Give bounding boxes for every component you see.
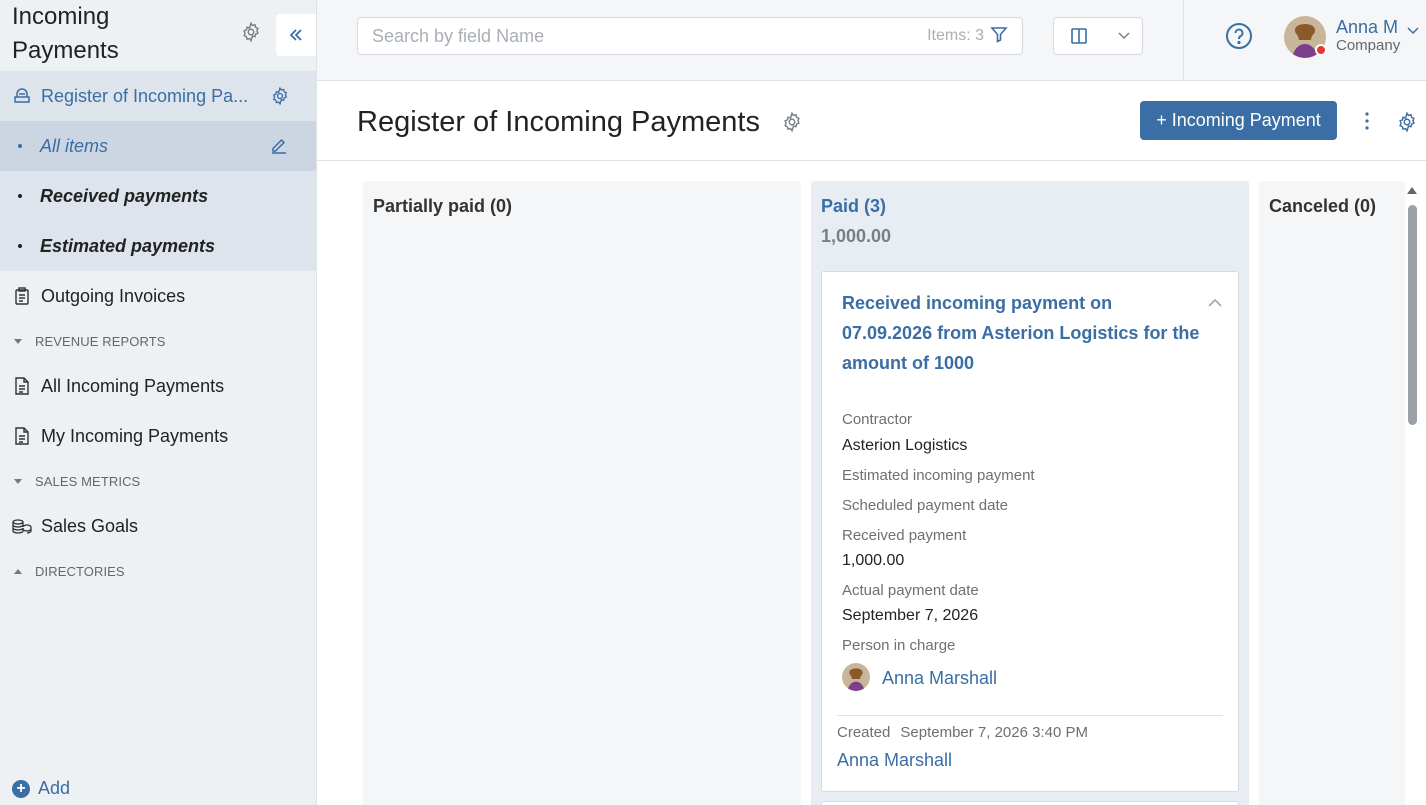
column-paid: Paid (3) 1,000.00 Received incoming paym… (811, 181, 1249, 805)
clipboard-icon (12, 286, 32, 306)
created-info: Created September 7, 2026 3:40 PM (837, 724, 1088, 741)
payment-card-next[interactable] (821, 801, 1239, 805)
scroll-up-arrow-icon[interactable] (1407, 187, 1417, 194)
sidebar-item-label: Received payments (40, 185, 209, 206)
sidebar-item-all-items[interactable]: All items (0, 121, 316, 171)
actual-date-label: Actual payment date (842, 582, 979, 599)
person-in-charge-link[interactable]: Anna Marshall (882, 668, 997, 689)
topbar: Items: 3 Anna M Company (317, 0, 1426, 81)
person-avatar[interactable] (842, 663, 870, 691)
sidebar-item-label: Sales Goals (41, 515, 139, 536)
payment-card[interactable]: Received incoming payment on 07.09.2026 … (821, 271, 1239, 792)
sidebar-item-outgoing-invoices[interactable]: Outgoing Invoices (0, 271, 316, 321)
bullet-icon (18, 144, 22, 148)
register-icon (12, 86, 32, 106)
register-settings-gear-icon[interactable] (270, 86, 290, 106)
sidebar-item-label: My Incoming Payments (41, 425, 229, 446)
app-title-line1: Incoming (12, 3, 110, 30)
page-header: Register of Incoming Payments + Incoming… (317, 81, 1426, 161)
sidebar-item-label: Register of Incoming Pa... (41, 85, 249, 106)
section-label: SALES METRICS (35, 473, 141, 489)
column-title: Canceled (0) (1269, 196, 1377, 216)
received-payment-label: Received payment (842, 527, 967, 544)
sidebar-item-received-payments[interactable]: Received payments (0, 171, 316, 221)
card-divider (837, 715, 1223, 716)
user-company: Company (1336, 37, 1401, 54)
column-canceled: Canceled (0) (1259, 181, 1405, 805)
column-partially-paid: Partially paid (0) (363, 181, 801, 805)
view-mode-button[interactable] (1053, 17, 1143, 55)
chevron-up-icon[interactable] (1208, 294, 1222, 312)
caret-down-icon (14, 478, 22, 484)
contractor-label: Contractor (842, 411, 913, 428)
column-title: Partially paid (0) (373, 196, 513, 216)
search-input[interactable] (372, 25, 928, 47)
scheduled-date-label: Scheduled payment date (842, 497, 1008, 514)
received-payment-value: 1,000.00 (842, 552, 905, 569)
sidebar-item-label: All Incoming Payments (41, 375, 225, 396)
sidebar: Incoming Payments Register of Incoming P… (0, 0, 317, 805)
items-count: Items: 3 (927, 27, 984, 44)
bullet-icon (18, 194, 22, 198)
edit-pencil-icon[interactable] (270, 136, 290, 156)
filter-icon[interactable] (990, 25, 1008, 48)
section-label: REVENUE REPORTS (35, 333, 166, 349)
sidebar-item-all-incoming-payments[interactable]: All Incoming Payments (0, 361, 316, 411)
column-sum: 1,000.00 (821, 226, 892, 246)
creator-link[interactable]: Anna Marshall (837, 750, 952, 771)
sidebar-item-register[interactable]: Register of Incoming Pa... (0, 71, 316, 121)
page-settings-gear-icon[interactable] (781, 111, 803, 133)
columns-layout-icon (1071, 28, 1087, 44)
kanban-board: Partially paid (0) Paid (3) 1,000.00 Rec… (317, 161, 1426, 805)
add-incoming-payment-button[interactable]: + Incoming Payment (1140, 101, 1337, 140)
add-label: Add (38, 778, 71, 798)
header-settings-gear-icon[interactable] (1396, 111, 1418, 133)
caret-up-icon (14, 568, 22, 574)
user-menu-chevron-icon[interactable] (1407, 22, 1419, 40)
double-chevron-left-icon (289, 29, 302, 41)
bullet-icon (18, 244, 22, 248)
coins-stack-icon (12, 516, 32, 536)
chevron-down-icon (1118, 32, 1130, 40)
actual-date-value: September 7, 2026 (842, 607, 979, 624)
created-label: Created (837, 724, 891, 741)
person-in-charge-label: Person in charge (842, 637, 956, 654)
sidebar-item-label: All items (40, 135, 109, 156)
plus-circle-icon: + (12, 779, 30, 798)
more-options-icon[interactable] (1362, 110, 1372, 132)
estimated-payment-label: Estimated incoming payment (842, 467, 1035, 484)
sidebar-item-sales-goals[interactable]: Sales Goals (0, 501, 316, 551)
contractor-value: Asterion Logistics (842, 437, 968, 454)
section-directories[interactable]: DIRECTORIES (0, 551, 316, 591)
column-title: Paid (3) (821, 196, 887, 216)
topbar-divider (1183, 0, 1184, 81)
search-box[interactable]: Items: 3 (357, 17, 1023, 55)
sidebar-item-label: Outgoing Invoices (41, 285, 186, 306)
caret-down-icon (14, 338, 22, 344)
status-dot (1315, 44, 1327, 56)
section-label: DIRECTORIES (35, 563, 125, 579)
page-title: Register of Incoming Payments (357, 106, 760, 138)
sidebar-nav: Register of Incoming Pa... All items Rec… (0, 71, 316, 591)
section-sales-metrics[interactable]: SALES METRICS (0, 461, 316, 501)
sidebar-item-my-incoming-payments[interactable]: My Incoming Payments (0, 411, 316, 461)
scroll-thumb[interactable] (1408, 205, 1417, 425)
vertical-scrollbar[interactable] (1405, 185, 1419, 805)
help-icon[interactable] (1225, 22, 1253, 50)
card-title[interactable]: Received incoming payment on 07.09.2026 … (842, 288, 1207, 378)
sidebar-item-estimated-payments[interactable]: Estimated payments (0, 221, 316, 271)
sidebar-item-label: Estimated payments (40, 235, 216, 256)
created-value: September 7, 2026 3:40 PM (900, 724, 1088, 741)
document-icon (12, 376, 32, 396)
app-title: Incoming Payments (12, 0, 212, 68)
collapse-sidebar-button[interactable] (276, 14, 316, 56)
section-revenue-reports[interactable]: REVENUE REPORTS (0, 321, 316, 361)
app-title-line2: Payments (12, 37, 119, 64)
document-icon (12, 426, 32, 446)
user-name[interactable]: Anna M (1336, 17, 1398, 38)
add-button[interactable]: + Add (12, 778, 70, 799)
app-settings-gear-icon[interactable] (240, 21, 262, 43)
